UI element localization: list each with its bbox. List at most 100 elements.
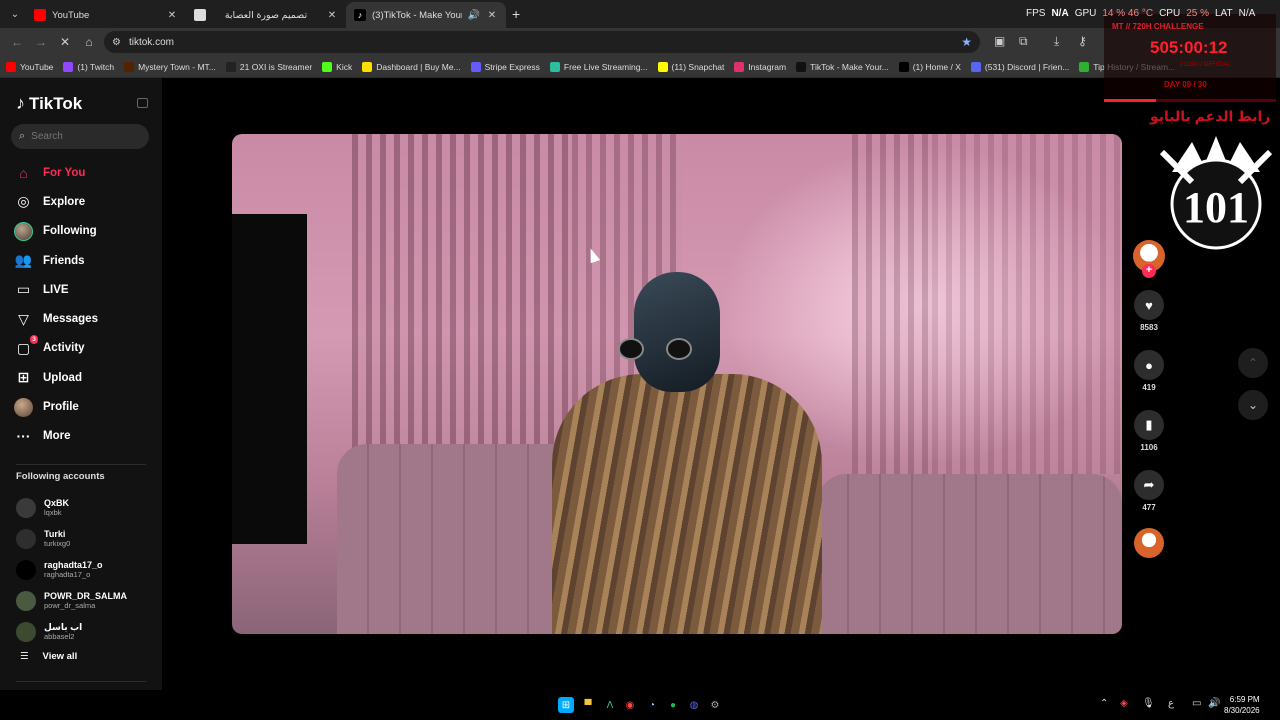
windows-start-icon[interactable]: ⊞ <box>558 697 574 713</box>
following-account-item[interactable]: POWR_DR_SALMA powr_dr_salma <box>16 585 156 616</box>
bookmark-item[interactable]: Instagram <box>734 61 786 72</box>
bookmark-item[interactable]: (1) Twitch <box>63 61 114 72</box>
bookmark-favicon-icon <box>734 61 745 72</box>
previous-video-button[interactable]: ⌃ <box>1238 348 1268 378</box>
nav-explore[interactable]: ◎ Explore <box>14 187 154 216</box>
bookmark-favicon-icon <box>124 61 135 72</box>
nav-upload[interactable]: ⊞ Upload <box>14 363 154 392</box>
divider <box>16 464 146 465</box>
view-all-label: View all <box>42 651 78 662</box>
close-tab-icon[interactable]: ✕ <box>166 10 178 21</box>
speaker-icon[interactable]: 🔊 <box>468 10 480 21</box>
collapse-sidebar-icon[interactable] <box>137 98 148 108</box>
tiktok-logo[interactable]: ♪ TikTok <box>16 93 82 114</box>
nav-live[interactable]: ▭ LIVE <box>14 275 154 304</box>
tray-chevron-icon[interactable]: ⌃ <box>1100 698 1108 709</box>
nav-for-you[interactable]: ⌂ For You <box>14 158 154 187</box>
follow-plus-icon[interactable]: + <box>1142 264 1156 278</box>
bookmark-label: Kick <box>336 61 353 72</box>
network-icon[interactable]: ▭ <box>1192 698 1201 709</box>
bookmark-icon[interactable]: ▮ <box>1134 410 1164 440</box>
following-account-item[interactable]: raghadta17_o raghadta17_o <box>16 554 156 585</box>
bookmark-favicon-icon <box>322 61 333 72</box>
nav-messages[interactable]: ▽ Messages <box>14 304 154 333</box>
more-icon: ··· <box>16 428 31 445</box>
bookmark-item[interactable]: Kick <box>322 61 353 72</box>
tab-search-chevron-icon[interactable]: ⌄ <box>4 3 26 25</box>
bookmark-item[interactable]: (1) Home / X <box>898 61 961 72</box>
bookmark-star-icon[interactable]: ★ <box>961 35 972 49</box>
tab-tiktok[interactable]: ♪ (3)TikTok - Make Your Day 🔊 ✕ <box>346 2 506 28</box>
like-action[interactable]: ♥ 8583 <box>1132 290 1166 332</box>
share-count: 477 <box>1142 503 1156 512</box>
account-name: POWR_DR_SALMA <box>44 591 128 601</box>
bookmark-label: TikTok - Make Your... <box>810 61 889 72</box>
back-icon[interactable]: ← <box>6 35 28 49</box>
nav-label: For You <box>43 166 86 179</box>
share-action[interactable]: ➦ 477 <box>1132 470 1166 512</box>
bookmark-item[interactable]: (531) Discord | Frien... <box>970 61 1070 72</box>
close-tab-icon[interactable]: ✕ <box>326 10 338 21</box>
forward-icon[interactable]: → <box>30 35 52 49</box>
save-action[interactable]: ▮ 1106 <box>1132 410 1166 452</box>
url-text[interactable]: tiktok.com <box>129 37 174 48</box>
nav-profile[interactable]: Profile <box>14 392 154 421</box>
download-icon[interactable]: ⤓ <box>1054 34 1059 49</box>
tab-youtube[interactable]: YouTube ✕ <box>26 2 186 28</box>
bookmark-item[interactable]: Free Live Streaming... <box>549 61 648 72</box>
music-disc-icon[interactable] <box>1134 528 1164 558</box>
view-all-button[interactable]: ☰ View all <box>20 651 77 662</box>
microphone-icon[interactable]: 🎙 <box>1142 698 1155 709</box>
comment-action[interactable]: ● 419 <box>1132 350 1166 392</box>
logo-text: TikTok <box>29 93 83 113</box>
account-handle: raghadta17_o <box>44 570 91 579</box>
following-account-item[interactable]: اب باسل abbasel2 <box>16 616 156 647</box>
close-tab-icon[interactable]: ✕ <box>486 10 498 21</box>
nav-activity[interactable]: ▢ 3 Activity <box>14 334 154 363</box>
extensions-puzzle-icon[interactable]: ⧉ <box>1019 34 1028 49</box>
next-video-button[interactable]: ⌄ <box>1238 390 1268 420</box>
search-input[interactable] <box>31 131 132 142</box>
chrome-icon[interactable]: ◉ <box>622 697 638 713</box>
bookmark-favicon-icon <box>657 61 668 72</box>
reload-icon[interactable]: ✕ <box>54 35 76 49</box>
url-bar[interactable]: ⚙ tiktok.com ★ <box>104 31 980 53</box>
app-icon[interactable]: Λ <box>602 697 618 713</box>
nav-friends[interactable]: 👥 Friends <box>14 246 154 275</box>
bookmark-item[interactable]: (11) Snapchat <box>657 61 724 72</box>
discord-icon[interactable]: ◍ <box>686 697 702 713</box>
nav-more[interactable]: ··· More <box>14 422 154 451</box>
volume-icon[interactable]: 🔊 <box>1208 698 1220 709</box>
bookmark-label: (531) Discord | Frien... <box>984 61 1070 72</box>
bookmark-item[interactable]: Mystery Town - MT... <box>124 61 216 72</box>
spotify-icon[interactable]: ● <box>665 697 681 713</box>
tab-design[interactable]: تصميم صورة العصابة ✕ <box>186 2 346 28</box>
new-tab-button[interactable]: + <box>512 6 520 22</box>
comment-icon[interactable]: ● <box>1134 350 1164 380</box>
gpu-label: GPU <box>1074 8 1097 19</box>
extension-icon[interactable]: ▣ <box>994 34 1005 48</box>
heart-icon[interactable]: ♥ <box>1134 290 1164 320</box>
system-clock[interactable]: 6:59 PM 8/30/2026 <box>1224 694 1260 716</box>
bookmark-item[interactable]: 21 OXI is Streamer <box>225 61 312 72</box>
bookmark-item[interactable]: Dashboard | Buy Me... <box>362 61 461 72</box>
share-arrow-icon[interactable]: ➦ <box>1134 470 1164 500</box>
passwords-key-icon[interactable]: ⚷ <box>1078 34 1087 48</box>
following-account-item[interactable]: QxBK lqxbk <box>16 492 156 523</box>
settings-gear-icon[interactable]: ⚙ <box>707 697 723 713</box>
bookmark-item[interactable]: YouTube <box>6 61 53 72</box>
search-box[interactable]: ⌕ <box>11 124 149 149</box>
steam-icon[interactable]: ◔ <box>644 697 660 713</box>
file-explorer-icon[interactable]: ▀ <box>580 697 596 713</box>
home-icon[interactable]: ⌂ <box>78 35 100 49</box>
bookmark-item[interactable]: Stripe Express <box>470 61 540 72</box>
nav-following[interactable]: Following <box>14 217 154 246</box>
following-account-item[interactable]: Turki turkixg0 <box>16 523 156 554</box>
bookmark-item[interactable]: TikTok - Make Your... <box>796 61 889 72</box>
language-icon[interactable]: ع <box>1168 698 1174 709</box>
account-name: raghadta17_o <box>44 560 103 570</box>
security-icon[interactable]: ◈ <box>1120 698 1128 709</box>
site-info-icon[interactable]: ⚙ <box>112 37 121 48</box>
avatar <box>14 397 33 417</box>
video-player[interactable] <box>232 134 1122 634</box>
